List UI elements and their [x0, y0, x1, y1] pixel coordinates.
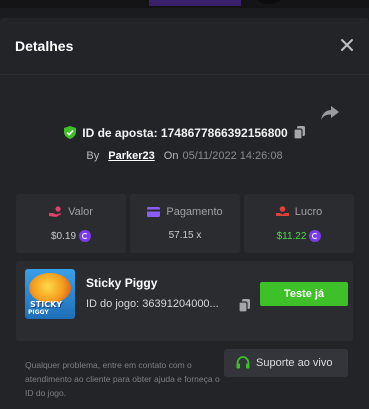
try-game-button[interactable]: Teste já	[260, 282, 348, 306]
valor-label: Valor	[68, 206, 93, 218]
copy-game-id-icon[interactable]	[238, 299, 250, 317]
help-text: Qualquer problema, entre em contato com …	[25, 360, 220, 398]
on-label: On	[163, 150, 179, 162]
bet-stats: Valor $0.19 Pagamento 57.15 x Lucro $11.…	[16, 194, 354, 253]
details-modal: Detalhes ID de aposta: 17486778663921568…	[0, 18, 369, 409]
profit-hand-icon	[275, 206, 289, 216]
pagamento-value: 57.15 x	[168, 230, 202, 241]
lucro-value: $11.22	[276, 231, 307, 242]
bet-date: 05/11/2022 14:26:08	[182, 150, 283, 162]
bet-hand-icon	[49, 206, 62, 217]
modal-title: Detalhes	[15, 38, 74, 54]
game-card: STICKY PIGGY Sticky Piggy ID do jogo: 36…	[16, 261, 353, 341]
game-thumbnail-art	[29, 273, 71, 303]
game-thumbnail-logo-line1: STICKY	[30, 300, 63, 309]
share-icon[interactable]	[321, 106, 339, 120]
live-support-label: Suporte ao vivo	[256, 357, 333, 369]
background-strip	[0, 0, 369, 8]
stat-lucro: Lucro $11.22	[244, 194, 354, 253]
coin-icon	[79, 230, 92, 242]
game-thumbnail-logo-line2: PIGGY	[28, 309, 49, 316]
headset-icon	[236, 356, 250, 369]
stat-valor: Valor $0.19	[16, 194, 126, 253]
pagamento-label: Pagamento	[166, 206, 223, 218]
stat-pagamento: Pagamento 57.15 x	[130, 194, 240, 253]
modal-header: Detalhes	[0, 18, 369, 75]
card-icon	[147, 207, 161, 217]
valor-value: $0.19	[50, 231, 77, 242]
copy-bet-id-icon[interactable]	[293, 126, 305, 142]
bet-id-row: ID de aposta: 1748677866392156800	[0, 126, 369, 142]
bet-author-row: By Parker23 On 05/11/2022 14:26:08	[0, 150, 369, 162]
background-banner	[149, 0, 241, 6]
game-id: ID do jogo: 36391204000...	[86, 298, 219, 310]
background-avatar	[256, 0, 282, 4]
coin-icon	[309, 230, 322, 242]
game-thumbnail[interactable]: STICKY PIGGY	[25, 269, 75, 319]
close-icon[interactable]	[337, 35, 357, 55]
bet-id: ID de aposta: 1748677866392156800	[82, 126, 288, 140]
game-name: Sticky Piggy	[86, 276, 158, 290]
live-support-button[interactable]: Suporte ao vivo	[224, 349, 348, 377]
shield-check-icon	[64, 126, 77, 142]
by-label: By	[86, 150, 100, 162]
lucro-label: Lucro	[294, 206, 323, 218]
username-link[interactable]: Parker23	[108, 150, 155, 162]
